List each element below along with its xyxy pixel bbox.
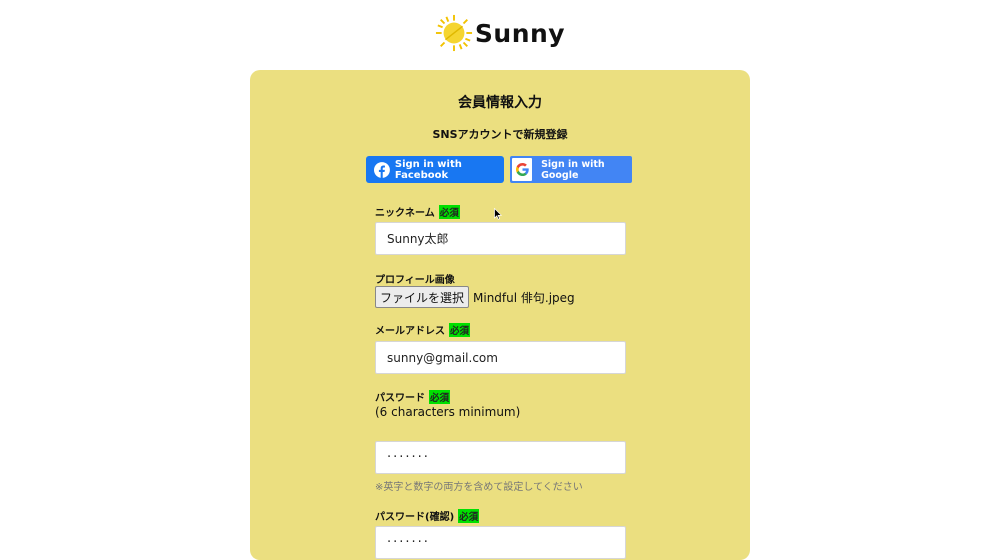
profile-image-file-input: ファイルを選択 Mindful 俳句.jpeg <box>375 286 575 308</box>
sns-signup-heading: SNSアカウントで新規登録 <box>432 128 568 141</box>
facebook-button-label: Sign in with Facebook <box>394 158 462 181</box>
email-label: メールアドレス 必須 <box>375 322 471 337</box>
google-signin-button[interactable]: Sign in with Google <box>510 156 632 183</box>
password-field[interactable]: ······· <box>375 441 626 474</box>
site-logo[interactable]: Sunny <box>0 14 1000 52</box>
selected-file-name: Mindful 俳句.jpeg <box>473 290 575 305</box>
page-title: 会員情報入力 <box>458 95 542 111</box>
required-badge: 必須 <box>449 322 471 337</box>
sun-icon <box>435 14 472 52</box>
choose-file-button[interactable]: ファイルを選択 <box>375 286 470 308</box>
email-field[interactable]: sunny@gmail.com <box>375 341 626 374</box>
password-confirm-label-text: パスワード(確認) <box>375 512 455 523</box>
password-min-note: (6 characters minimum) <box>375 405 521 419</box>
password-confirm-field[interactable]: ······· <box>375 526 626 559</box>
profile-image-label: プロフィール画像 <box>375 271 455 286</box>
nickname-field[interactable]: Sunny太郎 <box>375 222 626 255</box>
google-icon-box <box>512 158 533 181</box>
required-badge: 必須 <box>458 508 480 523</box>
required-badge: 必須 <box>429 389 451 404</box>
registration-card: 会員情報入力 SNSアカウントで新規登録 Sign in with Facebo… <box>250 70 750 560</box>
facebook-icon <box>374 161 390 178</box>
facebook-signin-button[interactable]: Sign in with Facebook <box>366 156 504 183</box>
mouse-cursor-icon <box>494 208 502 220</box>
password-label-text: パスワード <box>375 393 425 404</box>
password-hint: ※英字と数字の両方を含めて設定してください <box>375 482 583 493</box>
password-confirm-label: パスワード(確認) 必須 <box>375 508 480 523</box>
nickname-label-text: ニックネーム <box>375 208 435 219</box>
profile-image-label-text: プロフィール画像 <box>375 275 455 286</box>
brand-name: Sunny <box>474 18 566 48</box>
email-label-text: メールアドレス <box>375 326 445 337</box>
google-icon <box>515 163 529 176</box>
nickname-label: ニックネーム 必須 <box>375 204 460 219</box>
required-badge: 必須 <box>438 204 460 219</box>
google-button-label: Sign in with Google <box>541 158 605 181</box>
password-label: パスワード 必須 <box>375 389 451 404</box>
